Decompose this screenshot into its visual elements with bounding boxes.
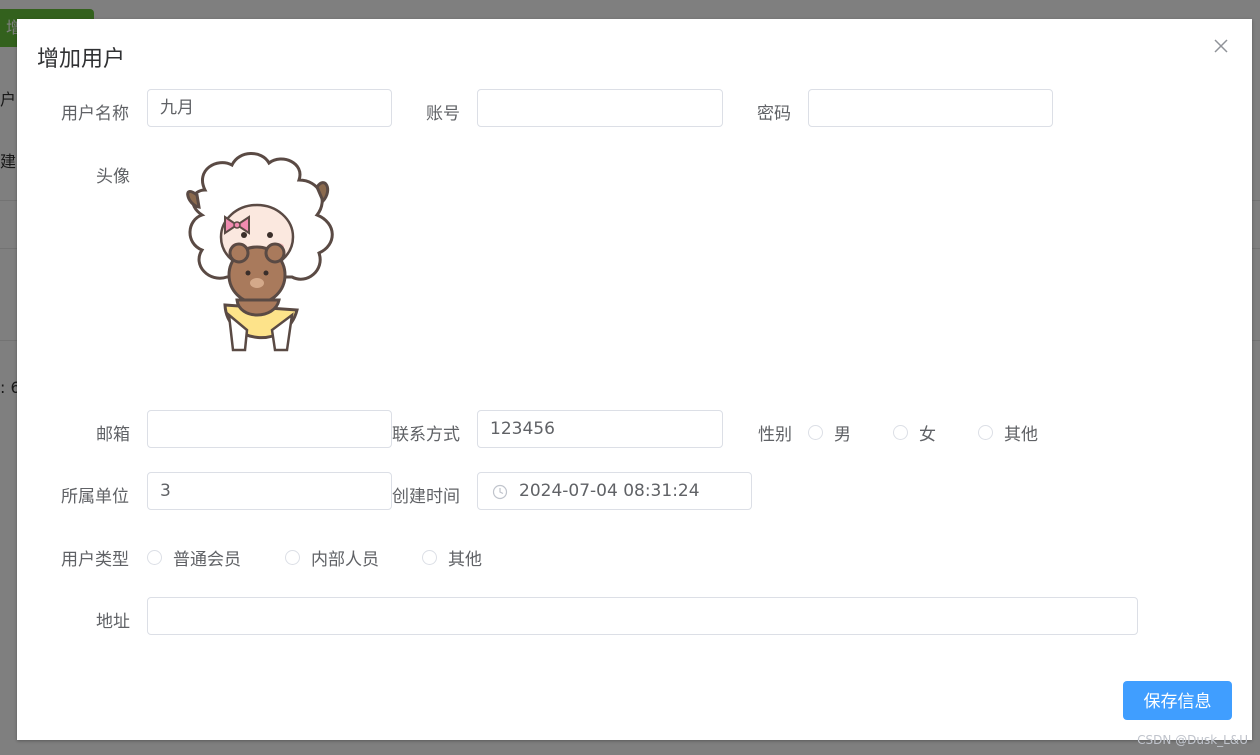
- password-label: 密码: [757, 104, 791, 124]
- password-input[interactable]: [808, 89, 1053, 127]
- dialog-title: 增加用户: [37, 47, 126, 72]
- clock-icon: [492, 484, 508, 500]
- avatar-image[interactable]: [147, 145, 367, 370]
- email-input[interactable]: [147, 410, 392, 448]
- user-type-option-label: 其他: [448, 550, 482, 570]
- account-input[interactable]: [477, 89, 723, 127]
- gender-option-label: 其他: [1004, 425, 1038, 445]
- save-button[interactable]: 保存信息: [1123, 681, 1232, 720]
- close-icon[interactable]: [1212, 37, 1230, 55]
- username-input[interactable]: 九月: [147, 89, 392, 127]
- unit-input[interactable]: 3: [147, 472, 392, 510]
- radio-circle[interactable]: [422, 550, 437, 565]
- created-datetime-picker[interactable]: 2024-07-04 08:31:24: [477, 472, 752, 510]
- gender-option-label: 女: [919, 425, 936, 445]
- account-label: 账号: [426, 104, 460, 124]
- address-input[interactable]: [147, 597, 1138, 635]
- user-type-option-member[interactable]: 普通会员: [147, 545, 241, 570]
- user-type-option-label: 内部人员: [311, 550, 379, 570]
- contact-input[interactable]: 123456: [477, 410, 723, 448]
- username-label: 用户名称: [61, 104, 129, 124]
- user-type-option-other[interactable]: 其他: [422, 545, 482, 570]
- radio-circle[interactable]: [285, 550, 300, 565]
- created-datetime-value: 2024-07-04 08:31:24: [519, 481, 700, 501]
- gender-option-female[interactable]: 女: [893, 420, 936, 445]
- watermark: CSDN @Dusk_L&U: [1137, 733, 1248, 747]
- radio-circle[interactable]: [893, 425, 908, 440]
- gender-option-other[interactable]: 其他: [978, 420, 1038, 445]
- radio-circle[interactable]: [147, 550, 162, 565]
- gender-option-label: 男: [834, 425, 851, 445]
- radio-circle[interactable]: [978, 425, 993, 440]
- gender-option-male[interactable]: 男: [808, 420, 851, 445]
- avatar-label: 头像: [96, 167, 130, 187]
- user-type-option-internal[interactable]: 内部人员: [285, 545, 379, 570]
- user-type-option-label: 普通会员: [173, 550, 241, 570]
- radio-circle[interactable]: [808, 425, 823, 440]
